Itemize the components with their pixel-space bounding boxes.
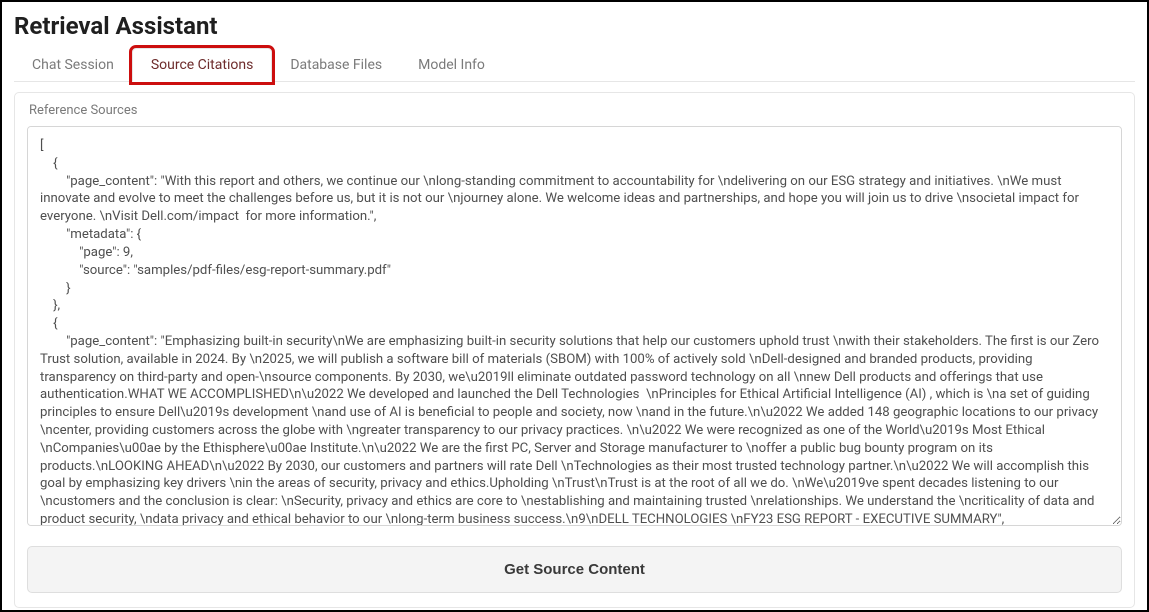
tab-bar: Chat Session Source Citations Database F… [14,48,1135,82]
tab-model-info[interactable]: Model Info [400,49,503,81]
tab-chat-session[interactable]: Chat Session [14,49,132,81]
app-frame: Retrieval Assistant Chat Session Source … [0,0,1149,612]
get-source-content-button[interactable]: Get Source Content [27,546,1122,593]
page-title: Retrieval Assistant [14,12,1135,40]
tab-database-files[interactable]: Database Files [272,49,400,81]
tab-source-citations[interactable]: Source Citations [132,48,273,82]
reference-sources-panel: Reference Sources Get Source Content [14,92,1135,608]
source-content-textarea[interactable] [27,126,1122,526]
panel-label: Reference Sources [29,103,1122,118]
